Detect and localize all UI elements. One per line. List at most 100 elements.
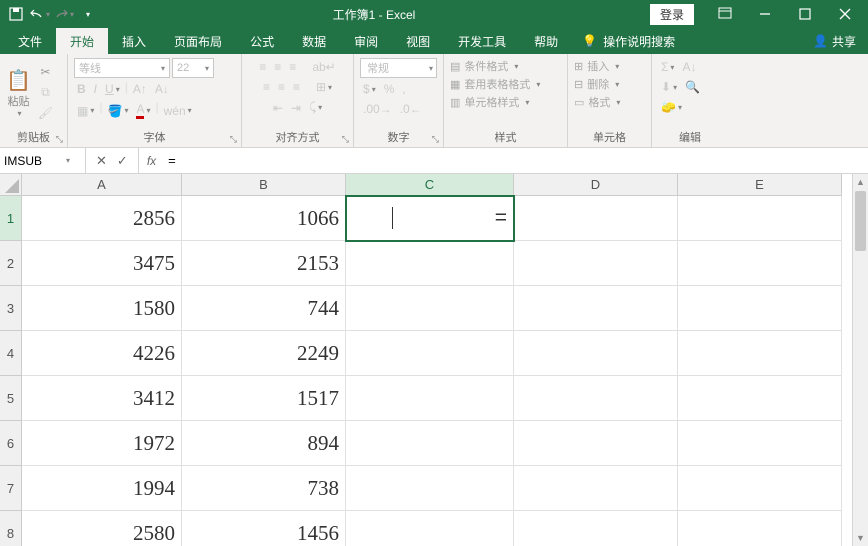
tab-data[interactable]: 数据 <box>288 28 340 54</box>
cell-D5[interactable] <box>514 376 678 421</box>
tell-me-search[interactable]: 💡 操作说明搜索 <box>572 28 685 54</box>
cell-A8[interactable]: 2580 <box>22 511 182 546</box>
find-icon[interactable]: 🔍 <box>682 78 703 96</box>
select-all-corner[interactable] <box>0 174 22 196</box>
font-name-select[interactable]: 等线 <box>74 58 170 78</box>
paste-button[interactable]: 📋 粘贴 ▾ <box>6 68 31 118</box>
share-button[interactable]: 👤 共享 <box>813 33 856 50</box>
bold-button[interactable]: B <box>74 80 89 98</box>
decrease-decimal-icon[interactable]: .0← <box>397 100 425 118</box>
login-button[interactable]: 登录 <box>650 4 694 25</box>
autosum-icon[interactable]: Σ▾ <box>658 58 677 76</box>
cell-A5[interactable]: 3412 <box>22 376 182 421</box>
cell-C5[interactable] <box>346 376 514 421</box>
conditional-format-button[interactable]: ▤条件格式▾ <box>450 58 518 74</box>
phonetic-icon[interactable]: wén▾ <box>161 100 195 121</box>
copy-icon[interactable]: ⧉ <box>35 83 56 102</box>
decrease-font-icon[interactable]: A↓ <box>152 80 172 98</box>
sort-filter-icon[interactable]: A↓ <box>679 58 699 76</box>
row-header-1[interactable]: 1 <box>0 196 22 241</box>
save-icon[interactable] <box>6 4 26 24</box>
tab-home[interactable]: 开始 <box>56 28 108 54</box>
border-icon[interactable]: ▦▾ <box>74 100 97 121</box>
alignment-launcher-icon[interactable]: ⤡ <box>342 134 349 145</box>
cell-C6[interactable] <box>346 421 514 466</box>
decrease-indent-icon[interactable]: ⇤ <box>270 98 286 117</box>
cell-D2[interactable] <box>514 241 678 286</box>
increase-indent-icon[interactable]: ⇥ <box>288 98 304 117</box>
cell-D3[interactable] <box>514 286 678 331</box>
cell-E2[interactable] <box>678 241 842 286</box>
fill-icon[interactable]: ⬇▾ <box>658 78 680 96</box>
format-table-button[interactable]: ▦套用表格格式▾ <box>450 76 540 92</box>
delete-cells-button[interactable]: ⊟删除▾ <box>574 76 619 92</box>
italic-button[interactable]: I <box>91 80 100 98</box>
clipboard-launcher-icon[interactable]: ⤡ <box>56 134 63 145</box>
insert-cells-button[interactable]: ⊞插入▾ <box>574 58 619 74</box>
col-header-A[interactable]: A <box>22 174 182 196</box>
row-header-2[interactable]: 2 <box>0 241 22 286</box>
row-header-5[interactable]: 5 <box>0 376 22 421</box>
percent-icon[interactable]: % <box>381 80 398 98</box>
scroll-up-icon[interactable]: ▲ <box>853 174 868 190</box>
tab-developer[interactable]: 开发工具 <box>444 28 520 54</box>
font-size-select[interactable]: 22 <box>172 58 214 78</box>
minimize-icon[interactable] <box>746 0 784 28</box>
fx-icon[interactable]: fx <box>139 148 164 173</box>
cell-A1[interactable]: 2856 <box>22 196 182 241</box>
redo-icon[interactable]: ▾ <box>54 4 74 24</box>
col-header-D[interactable]: D <box>514 174 678 196</box>
cancel-formula-icon[interactable]: ✕ <box>96 153 107 169</box>
tab-insert[interactable]: 插入 <box>108 28 160 54</box>
format-painter-icon[interactable]: 🖌 <box>35 104 56 122</box>
row-header-7[interactable]: 7 <box>0 466 22 511</box>
cell-A4[interactable]: 4226 <box>22 331 182 376</box>
number-launcher-icon[interactable]: ⤡ <box>432 134 439 145</box>
align-left-icon[interactable]: ≡ <box>260 78 273 96</box>
orientation-icon[interactable]: ⤹▾ <box>306 98 325 117</box>
cell-A3[interactable]: 1580 <box>22 286 182 331</box>
align-bottom-icon[interactable]: ≡ <box>286 58 299 76</box>
cell-E5[interactable] <box>678 376 842 421</box>
number-format-select[interactable]: 常规 <box>360 58 437 78</box>
scroll-down-icon[interactable]: ▼ <box>853 530 868 546</box>
col-header-E[interactable]: E <box>678 174 842 196</box>
font-color-icon[interactable]: A▾ <box>133 100 153 121</box>
cell-styles-button[interactable]: ▥单元格样式▾ <box>450 94 529 110</box>
cell-E8[interactable] <box>678 511 842 546</box>
cell-B1[interactable]: 1066 <box>182 196 346 241</box>
cell-E6[interactable] <box>678 421 842 466</box>
cell-B3[interactable]: 744 <box>182 286 346 331</box>
cell-B8[interactable]: 1456 <box>182 511 346 546</box>
font-launcher-icon[interactable]: ⤡ <box>230 134 237 145</box>
ribbon-options-icon[interactable] <box>706 0 744 28</box>
cell-C3[interactable] <box>346 286 514 331</box>
cell-C8[interactable] <box>346 511 514 546</box>
cut-icon[interactable]: ✂ <box>35 63 56 81</box>
row-header-8[interactable]: 8 <box>0 511 22 546</box>
underline-button[interactable]: U▾ <box>102 80 123 98</box>
cell-D4[interactable] <box>514 331 678 376</box>
tab-review[interactable]: 审阅 <box>340 28 392 54</box>
cell-A2[interactable]: 3475 <box>22 241 182 286</box>
align-right-icon[interactable]: ≡ <box>290 78 303 96</box>
cell-E1[interactable] <box>678 196 842 241</box>
cell-E4[interactable] <box>678 331 842 376</box>
qat-customize-icon[interactable]: ▾ <box>78 4 98 24</box>
cell-B4[interactable]: 2249 <box>182 331 346 376</box>
cell-C2[interactable] <box>346 241 514 286</box>
increase-font-icon[interactable]: A↑ <box>130 80 150 98</box>
cell-B2[interactable]: 2153 <box>182 241 346 286</box>
accounting-icon[interactable]: $▾ <box>360 80 379 98</box>
comma-icon[interactable]: , <box>399 80 408 98</box>
cell-C7[interactable] <box>346 466 514 511</box>
cell-D1[interactable] <box>514 196 678 241</box>
cell-C1[interactable]: = <box>346 196 514 241</box>
undo-icon[interactable]: ▾ <box>30 4 50 24</box>
close-icon[interactable] <box>826 0 864 28</box>
cell-A7[interactable]: 1994 <box>22 466 182 511</box>
tab-pagelayout[interactable]: 页面布局 <box>160 28 236 54</box>
wrap-text-icon[interactable]: ab↵ <box>309 58 338 76</box>
cell-D6[interactable] <box>514 421 678 466</box>
cell-C4[interactable] <box>346 331 514 376</box>
